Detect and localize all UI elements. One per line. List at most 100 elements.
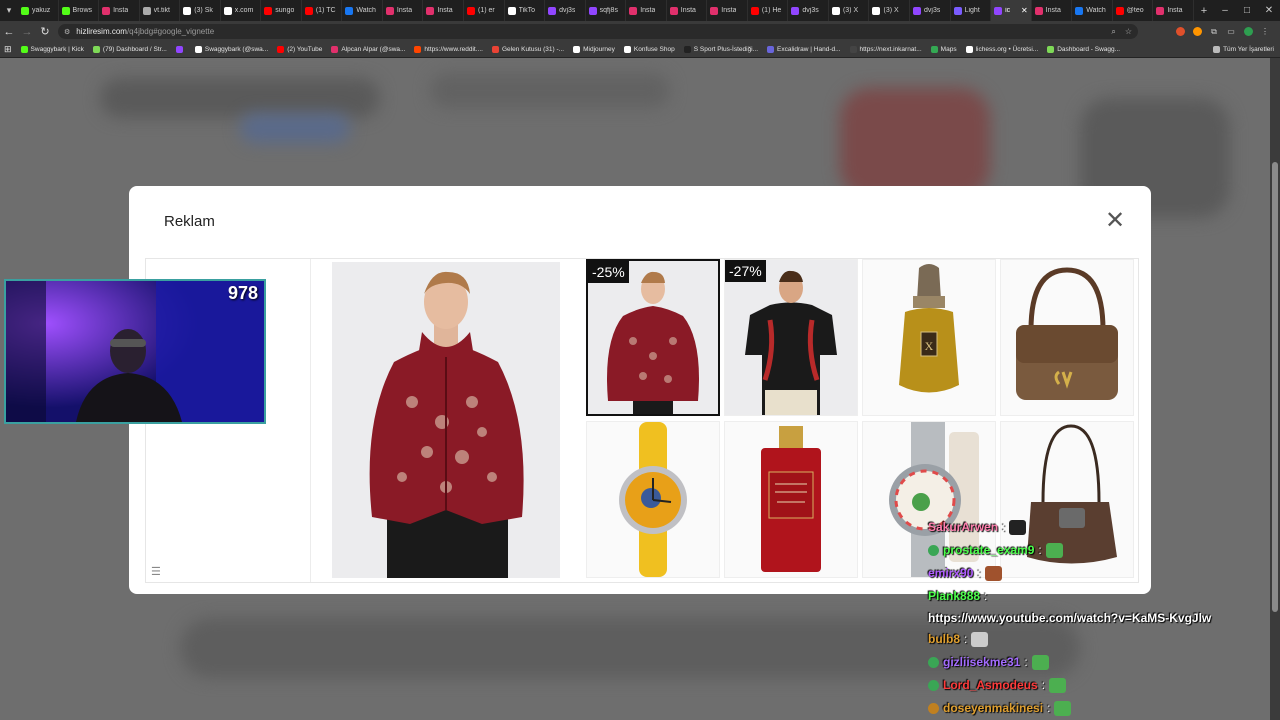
chat-message: Plank888: https://www.youtube.com/watch?v…	[928, 585, 1258, 628]
reload-icon[interactable]: ↻	[36, 21, 54, 42]
tab[interactable]: sungo	[261, 0, 302, 21]
bookmark-item[interactable]	[175, 46, 186, 53]
product-card-jacket[interactable]: -25%	[586, 259, 720, 416]
close-icon[interactable]: ✕	[1105, 209, 1125, 233]
chat-separator: :	[977, 566, 981, 580]
tab[interactable]: x.com	[221, 0, 262, 21]
tab-close-icon[interactable]: ✕	[1021, 6, 1028, 15]
tab[interactable]: Insta	[1032, 0, 1073, 21]
tab-label: (3) X	[842, 7, 859, 14]
tab[interactable]: ic ✕	[991, 0, 1032, 21]
tab[interactable]: (1) He	[748, 0, 789, 21]
product-card-bag-brown[interactable]	[1000, 259, 1134, 416]
tab[interactable]: Insta	[667, 0, 708, 21]
tab-favicon-icon	[953, 6, 962, 15]
bookmark-item[interactable]: Konfuse Shop	[623, 46, 675, 53]
bookmark-item[interactable]: Swaggybark (@swa...	[194, 46, 268, 53]
tab[interactable]: dvj3s	[910, 0, 951, 21]
bookmark-item[interactable]: Excalidraw | Hand-d...	[767, 46, 841, 53]
profile-avatar[interactable]	[1241, 25, 1255, 39]
extensions-puzzle-icon[interactable]: ⧉	[1207, 25, 1221, 39]
bookmark-item[interactable]: https://next.inkarnat...	[849, 46, 922, 53]
tab[interactable]: (1) er	[464, 0, 505, 21]
all-bookmarks-button[interactable]: Tüm Yer İşaretleri	[1213, 46, 1274, 53]
tab[interactable]: Insta	[99, 0, 140, 21]
tab[interactable]: Watch	[1072, 0, 1113, 21]
bookmark-item[interactable]: Gelen Kutusu (31) -...	[491, 46, 564, 53]
browser-menu-icon[interactable]: ⋮	[1258, 25, 1272, 39]
tab-favicon-icon	[913, 6, 922, 15]
forward-icon[interactable]: →	[18, 21, 36, 42]
extension-icon-red[interactable]	[1173, 25, 1187, 39]
chat-emote-icon	[1049, 678, 1067, 693]
tab-favicon-icon	[183, 6, 192, 15]
bookmark-item[interactable]: Alpcan Alpar (@swa...	[331, 46, 405, 53]
tab-label: (1) er	[478, 7, 495, 14]
cast-icon[interactable]: ▭	[1224, 25, 1238, 39]
product-card-perfume-red[interactable]	[724, 421, 858, 578]
bookmark-item[interactable]: Midjourney	[573, 46, 615, 53]
tab-favicon-icon	[1115, 6, 1124, 15]
new-tab-button[interactable]: +	[1194, 0, 1214, 21]
tab[interactable]: (3) X	[829, 0, 870, 21]
product-card-tshirt[interactable]: -27%	[724, 259, 858, 416]
product-main-image[interactable]	[332, 262, 560, 578]
page-scrollbar[interactable]	[1270, 58, 1280, 720]
bookmark-item[interactable]: lichess.org • Ücretsi...	[965, 46, 1038, 53]
bookmark-item[interactable]: (79) Dashboard / Str...	[92, 46, 167, 53]
tab[interactable]: (3) X	[869, 0, 911, 21]
bookmark-item[interactable]: Swaggybark | Kick	[20, 46, 84, 53]
back-icon[interactable]: ←	[0, 21, 18, 42]
menu-icon[interactable]: ☰	[151, 565, 161, 578]
tab-favicon-icon	[21, 6, 29, 15]
url-path: /q4jbdg#google_vignette	[126, 27, 215, 36]
product-card-perfume[interactable]: X	[862, 259, 996, 416]
tab[interactable]: Brows	[59, 0, 100, 21]
tab[interactable]: Watch	[342, 0, 383, 21]
close-window-button[interactable]: ✕	[1258, 0, 1280, 21]
tab[interactable]: Insta	[626, 0, 667, 21]
tab[interactable]: vt.tikt	[140, 0, 181, 21]
tab-label: sungo	[275, 7, 295, 14]
bookmark-label: Maps	[940, 46, 957, 53]
tab[interactable]: @teo	[1113, 0, 1154, 21]
tab[interactable]: dvj3s	[545, 0, 586, 21]
address-bar[interactable]: ⚙ hizliresim.com /q4jbdg#google_vignette…	[58, 24, 1138, 39]
tab-search-chevron-icon[interactable]: ▾	[0, 0, 18, 21]
tab-label: Brows	[72, 7, 92, 14]
tab-favicon-icon	[223, 6, 232, 15]
tab[interactable]: (3) Sk	[180, 0, 221, 21]
bookmark-item[interactable]: Dashboard - Swagg...	[1047, 46, 1120, 53]
tab-favicon-icon	[385, 6, 394, 15]
bookmark-label: https://next.inkarnat...	[859, 46, 922, 53]
tab[interactable]: Insta	[707, 0, 748, 21]
bookmark-item[interactable]: S Sport Plus-İstediği...	[683, 46, 758, 53]
tab[interactable]: (1) TC	[302, 0, 343, 21]
discount-badge: -25%	[588, 261, 629, 283]
bookmark-item[interactable]: https://www.reddit....	[414, 46, 483, 53]
tab[interactable]: Light	[951, 0, 992, 21]
bookmark-item[interactable]: (2) YouTube	[277, 46, 322, 53]
zoom-icon[interactable]: ⌕	[1111, 27, 1115, 37]
tab[interactable]: TikTo	[505, 0, 546, 21]
product-card-watch-yellow[interactable]	[586, 421, 720, 578]
tab[interactable]: dvj3s	[788, 0, 829, 21]
chat-message: Lord_Asmodeus:	[928, 674, 1258, 697]
tab[interactable]: yakuz	[18, 0, 59, 21]
maximize-button[interactable]: □	[1236, 0, 1258, 21]
minimize-button[interactable]: –	[1214, 0, 1236, 21]
bookmark-favicon-icon	[491, 46, 499, 53]
scrollbar-thumb[interactable]	[1272, 162, 1278, 612]
tab[interactable]: Insta	[383, 0, 424, 21]
tab-label: yakuz	[32, 7, 51, 14]
tab[interactable]: Insta	[423, 0, 465, 21]
chat-message: bulb8:	[928, 628, 1258, 651]
bookmark-item[interactable]: Maps	[930, 46, 957, 53]
bookmark-star-icon[interactable]: ☆	[1125, 27, 1132, 37]
tab[interactable]: Insta	[1153, 0, 1194, 21]
extension-icon-color[interactable]	[1190, 25, 1204, 39]
apps-grid-icon[interactable]: ⊞	[4, 44, 12, 55]
bookmark-label: (2) YouTube	[287, 46, 323, 53]
tab[interactable]: sqfj8s	[586, 0, 627, 21]
site-info-icon[interactable]: ⚙	[64, 28, 70, 36]
